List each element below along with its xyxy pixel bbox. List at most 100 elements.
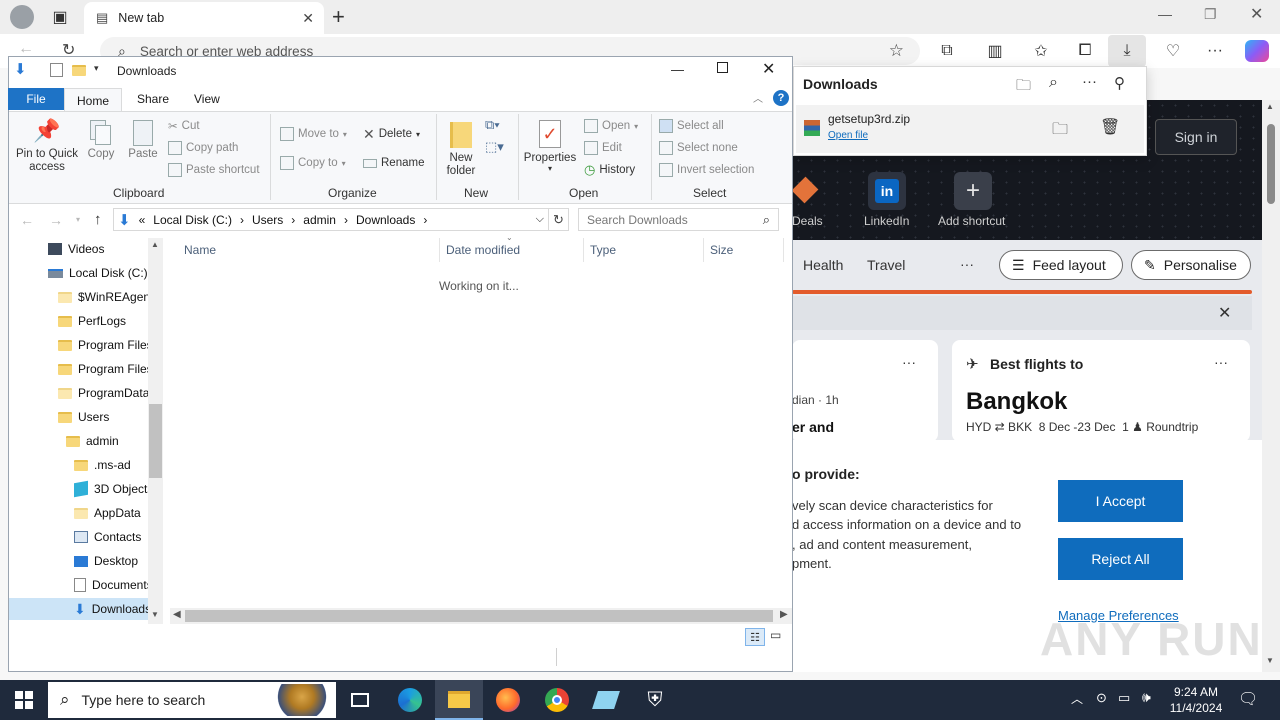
column-date-modified[interactable]: Date modified ⌄ — [440, 233, 584, 262]
breadcrumb-item[interactable]: Users — [252, 213, 283, 227]
tree-item-3d-objects[interactable]: 3D Objects — [74, 478, 153, 500]
up-level-icon[interactable]: ↑ — [94, 211, 102, 228]
reject-all-button[interactable]: Reject All — [1058, 538, 1183, 580]
details-view-icon[interactable]: ☷ — [745, 628, 765, 646]
new-tab-button[interactable]: + — [332, 4, 345, 30]
explorer-close-icon[interactable]: ✕ — [762, 59, 775, 79]
flights-card[interactable]: ✈ Best flights to ··· Bangkok HYD ⇄ BKK … — [952, 340, 1250, 442]
show-in-folder-icon[interactable]: 🗀 — [1052, 118, 1068, 145]
delete-button[interactable]: ✕ Delete ▾ — [363, 124, 420, 144]
meet-now-icon[interactable]: ⊙ — [1096, 690, 1107, 706]
explorer-maximize-icon[interactable] — [717, 62, 728, 73]
security-shield-taskbar-icon[interactable]: ⛨ — [631, 680, 679, 720]
breadcrumb-item[interactable]: Local Disk (C:) — [153, 213, 232, 227]
easy-access-icon[interactable]: ⬚▾ — [485, 139, 504, 155]
browser-essentials-icon[interactable]: ♡ — [1160, 38, 1186, 64]
history-button[interactable]: ◷ History — [584, 160, 635, 180]
open-button[interactable]: Open ▾ — [584, 116, 638, 136]
nav-forward-icon[interactable]: → — [49, 212, 63, 228]
tree-item-ms-ad[interactable]: .ms-ad — [74, 454, 131, 476]
tab-actions-icon[interactable]: ▣ — [47, 4, 73, 30]
address-dropdown-icon[interactable]: ⌵ — [536, 213, 544, 226]
tree-scroll-thumb[interactable] — [149, 404, 162, 478]
task-view-icon[interactable] — [336, 680, 384, 720]
tree-item-local-disk[interactable]: Local Disk (C:) — [48, 262, 148, 284]
refresh-location-icon[interactable]: ↻ — [549, 208, 569, 231]
edit-button[interactable]: Edit — [584, 138, 622, 158]
properties-button[interactable]: ✓ Properties ▾ — [522, 118, 578, 173]
column-name[interactable]: Name — [178, 238, 440, 262]
tab-share[interactable]: Share — [137, 92, 169, 106]
feed-layout-button[interactable]: ☰ Feed layout — [999, 250, 1123, 280]
paste-button[interactable]: Paste — [128, 118, 158, 160]
linkedin-icon[interactable]: in — [868, 172, 906, 210]
explorer-minimize-icon[interactable]: — — [671, 62, 684, 77]
large-icons-view-icon[interactable]: ▭ — [770, 628, 781, 642]
open-file-link[interactable]: Open file — [828, 130, 868, 141]
breadcrumb-item[interactable]: Downloads — [356, 213, 415, 227]
tab-home[interactable]: Home — [64, 88, 122, 112]
favorites-icon[interactable]: ✩ — [1028, 38, 1054, 64]
breadcrumb[interactable]: ⬇ « Local Disk (C:) › Users › admin › Do… — [113, 208, 549, 231]
column-size[interactable]: Size — [704, 238, 784, 262]
profile-avatar[interactable] — [10, 5, 34, 29]
search-downloads-icon[interactable]: ⌕ — [1049, 74, 1058, 92]
open-folder-icon[interactable]: 🗀 — [1016, 75, 1031, 100]
restore-window-icon[interactable]: ❐ — [1204, 6, 1217, 23]
news-card[interactable]: ··· dian · 1h er and — [792, 340, 938, 442]
horizontal-scrollbar[interactable]: ◀ ▶ — [170, 608, 792, 624]
notifications-icon[interactable]: 🗨 — [1238, 689, 1258, 709]
tab-new-tab[interactable]: ▤ New tab ✕ — [84, 2, 324, 34]
tree-item-appdata[interactable]: AppData — [74, 502, 141, 524]
shortcut-deals-tile[interactable] — [791, 174, 820, 208]
more-menu-icon[interactable]: ··· — [1202, 38, 1228, 64]
page-scrollbar[interactable]: ▲ ▼ — [1262, 100, 1280, 672]
pin-icon[interactable]: ⚲ — [1114, 74, 1125, 92]
scroll-thumb[interactable] — [1267, 124, 1275, 204]
firefox-taskbar-icon[interactable] — [484, 680, 532, 720]
select-all-button[interactable]: Select all — [659, 116, 724, 136]
qa-dropdown-icon[interactable]: ▾ — [94, 63, 99, 74]
tree-item-program-files[interactable]: Program Files — [58, 334, 153, 356]
accept-button[interactable]: I Accept — [1058, 480, 1183, 522]
column-type[interactable]: Type — [584, 238, 704, 262]
new-item-icon[interactable]: ⧉▾ — [485, 117, 500, 133]
tree-item-contacts[interactable]: Contacts — [74, 526, 141, 548]
card-more-icon[interactable]: ··· — [1214, 354, 1228, 370]
tree-item-program-files-x86[interactable]: Program Files — [58, 358, 153, 380]
personalise-button[interactable]: ✎ Personalise — [1131, 250, 1251, 280]
explorer-search-box[interactable]: Search Downloads ⌕ — [578, 208, 779, 231]
edge-taskbar-icon[interactable] — [386, 680, 434, 720]
start-windows-icon[interactable] — [15, 691, 33, 709]
h-scroll-thumb[interactable] — [185, 610, 773, 622]
tab-view[interactable]: View — [194, 92, 220, 106]
help-icon[interactable]: ? — [773, 90, 789, 106]
scroll-left-icon[interactable]: ◀ — [173, 609, 181, 620]
close-window-icon[interactable]: ✕ — [1250, 4, 1263, 24]
notepad-taskbar-icon[interactable] — [582, 680, 630, 720]
clock[interactable]: 9:24 AM 11/4/2024 — [1166, 684, 1226, 716]
download-item[interactable]: getsetup3rd.zip Open file 🗀 🗑 — [796, 105, 1144, 153]
split-screen-icon[interactable]: ▥ — [982, 38, 1008, 64]
paste-shortcut-button[interactable]: Paste shortcut — [168, 160, 260, 180]
show-hidden-icons[interactable]: ︿ — [1071, 690, 1083, 707]
breadcrumb-item[interactable]: admin — [303, 213, 336, 227]
tree-item-programdata[interactable]: ProgramData — [58, 382, 149, 404]
add-shortcut-icon[interactable]: + — [954, 172, 992, 210]
close-tab-icon[interactable]: ✕ — [302, 10, 314, 27]
invert-selection-button[interactable]: Invert selection — [659, 160, 754, 180]
scroll-right-icon[interactable]: ▶ — [780, 609, 788, 620]
favorite-star-icon[interactable]: ☆ — [889, 41, 904, 61]
pin-quick-access-button[interactable]: 📌 Pin to Quick access — [14, 118, 80, 174]
nav-health[interactable]: Health — [803, 257, 843, 273]
sign-in-button[interactable]: Sign in — [1155, 119, 1237, 155]
nav-back-icon[interactable]: ← — [20, 212, 34, 228]
scroll-down-icon[interactable]: ▼ — [1266, 656, 1274, 665]
nav-more-icon[interactable]: ··· — [960, 256, 974, 272]
tree-item-perflogs[interactable]: PerfLogs — [58, 310, 126, 332]
tree-item-desktop[interactable]: Desktop — [74, 550, 138, 572]
tree-item-users[interactable]: Users — [58, 406, 109, 428]
new-folder-qa-icon[interactable] — [72, 65, 86, 76]
downloads-icon[interactable]: ⤓ — [1108, 35, 1146, 67]
copy-to-button[interactable]: Copy to ▾ — [280, 153, 346, 173]
